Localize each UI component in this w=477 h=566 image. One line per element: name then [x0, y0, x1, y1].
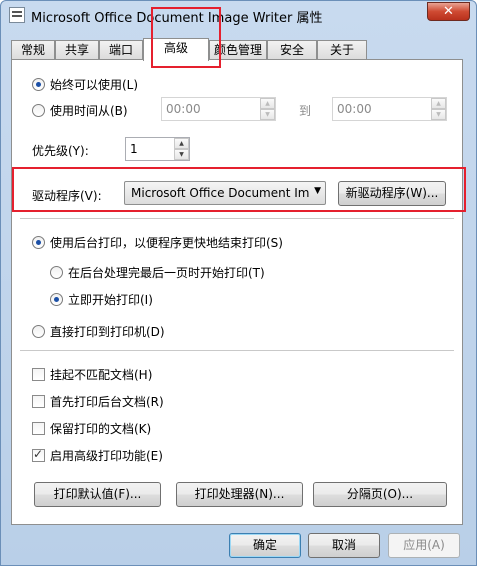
cancel-button[interactable]: 取消 — [308, 533, 380, 558]
spin-down-icon[interactable]: ▼ — [260, 109, 275, 120]
properties-window: Microsoft Office Document Image Writer 属… — [0, 0, 477, 566]
driver-highlight-box — [12, 167, 466, 212]
divider — [20, 218, 454, 219]
tab-sharing[interactable]: 共享 — [55, 40, 99, 59]
start-after-last-page-label: 在后台处理完最后一页时开始打印(T) — [68, 266, 265, 280]
tab-highlight-box — [151, 7, 221, 68]
print-direct-label: 直接打印到打印机(D) — [50, 325, 165, 339]
print-direct-radio[interactable] — [32, 325, 45, 338]
always-available-label: 始终可以使用(L) — [50, 78, 139, 92]
hold-mismatched-checkbox[interactable] — [32, 368, 45, 381]
print-spooled-first-checkbox[interactable] — [32, 395, 45, 408]
apply-button[interactable]: 应用(A) — [388, 533, 460, 558]
spool-label: 使用后台打印，以便程序更快地结束打印(S) — [50, 236, 283, 250]
tab-strip: 常规 共享 端口 高级 颜色管理 安全 关于 — [11, 38, 471, 61]
spin-down-icon[interactable]: ▼ — [431, 109, 446, 120]
available-from-radio[interactable] — [32, 104, 45, 117]
close-button[interactable]: ✕ — [427, 2, 470, 21]
advanced-panel: 始终可以使用(L) 使用时间从(B) 00:00 ▲ ▼ 到 00:00 ▲ ▼ 优… — [11, 59, 463, 525]
ok-button[interactable]: 确定 — [229, 533, 301, 558]
start-immediately-label: 立即开始打印(I) — [68, 293, 153, 307]
tab-ports[interactable]: 端口 — [99, 40, 143, 59]
hold-mismatched-label: 挂起不匹配文档(H) — [50, 368, 153, 382]
advanced-features-label: 启用高级打印功能(E) — [50, 449, 163, 463]
tab-about[interactable]: 关于 — [317, 40, 367, 59]
print-processor-button[interactable]: 打印处理器(N)... — [176, 482, 303, 507]
spin-up-icon[interactable]: ▲ — [431, 98, 446, 109]
available-from-label: 使用时间从(B) — [50, 104, 128, 118]
keep-printed-checkbox[interactable] — [32, 422, 45, 435]
print-spooled-first-label: 首先打印后台文档(R) — [50, 395, 164, 409]
tab-general[interactable]: 常规 — [11, 40, 55, 59]
from-time-value: 00:00 — [166, 102, 201, 116]
divider — [20, 350, 454, 351]
priority-value: 1 — [130, 142, 138, 156]
spin-up-icon[interactable]: ▲ — [260, 98, 275, 109]
spin-down-icon[interactable]: ▼ — [174, 149, 189, 160]
to-time-spinner[interactable]: 00:00 ▲ ▼ — [332, 97, 447, 121]
start-immediately-radio[interactable] — [50, 293, 63, 306]
advanced-features-checkbox[interactable] — [32, 447, 45, 462]
keep-printed-label: 保留打印的文档(K) — [50, 422, 152, 436]
spool-radio[interactable] — [32, 236, 45, 249]
to-label: 到 — [299, 104, 312, 118]
printing-defaults-button[interactable]: 打印默认值(F)... — [34, 482, 161, 507]
from-time-spinner[interactable]: 00:00 ▲ ▼ — [161, 97, 276, 121]
printer-icon — [9, 7, 25, 23]
to-time-value: 00:00 — [337, 102, 372, 116]
priority-label: 优先级(Y): — [32, 144, 89, 158]
separator-page-button[interactable]: 分隔页(O)... — [313, 482, 447, 507]
always-available-radio[interactable] — [32, 78, 45, 91]
start-after-last-page-radio[interactable] — [50, 266, 63, 279]
spin-up-icon[interactable]: ▲ — [174, 138, 189, 149]
tab-security[interactable]: 安全 — [267, 40, 317, 59]
title-bar: Microsoft Office Document Image Writer 属… — [1, 1, 476, 29]
priority-spinner[interactable]: 1 ▲ ▼ — [125, 137, 190, 161]
